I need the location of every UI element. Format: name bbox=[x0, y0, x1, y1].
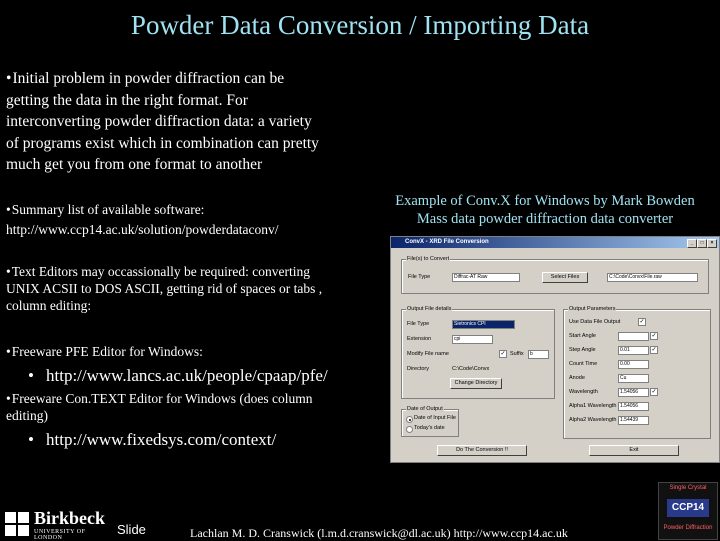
caption-line: Mass data powder diffraction data conver… bbox=[416, 211, 674, 227]
start-angle-checkbox[interactable]: ✓ bbox=[650, 332, 658, 340]
directory-value: C:\Code\Convx bbox=[452, 366, 490, 372]
wavelength-select[interactable]: 1.54056 bbox=[618, 388, 649, 397]
date-group: Date of Output Date of Input File Today'… bbox=[401, 406, 459, 437]
context-text: Freeware Con.TEXT Editor for Windows (do… bbox=[6, 390, 386, 424]
intro-paragraph: Initial problem in powder diffraction ca… bbox=[6, 68, 386, 176]
output-group: Output File details File Type Sietronics… bbox=[401, 306, 555, 399]
text-editors-line: column editing: bbox=[6, 298, 92, 313]
intro-line: of programs exist which in combination c… bbox=[6, 134, 319, 152]
birkbeck-logo: Birkbeck UNIVERSITY OF LONDON bbox=[0, 508, 110, 541]
summary-block: Summary list of available software: http… bbox=[6, 201, 376, 238]
dialog-title: ConvX - XRD File Conversion bbox=[405, 239, 489, 245]
start-angle-field[interactable] bbox=[618, 332, 649, 341]
params-group: Output Parameters Use Data File Output ✓… bbox=[563, 306, 711, 439]
intro-line: interconverting powder diffraction data:… bbox=[6, 113, 312, 130]
wavelength-checkbox[interactable]: ✓ bbox=[650, 388, 658, 396]
alpha1-field[interactable]: 1.54056 bbox=[618, 402, 649, 411]
text-editors-line: Text Editors may occassionally be requir… bbox=[6, 263, 386, 280]
context-link[interactable]: • http://www.fixedsys.com/context/ bbox=[28, 430, 276, 450]
count-time-field[interactable]: 0.00 bbox=[618, 360, 649, 369]
step-angle-field[interactable]: 0.01 bbox=[618, 346, 649, 355]
file-type-select[interactable]: Diffrac-AT Raw bbox=[452, 273, 520, 282]
intro-line: getting the data in the right format. Fo… bbox=[6, 91, 248, 109]
pfe-link[interactable]: • http://www.lancs.ac.uk/people/cpaap/pfe… bbox=[28, 366, 328, 386]
text-editors-line: UNIX ACSII to DOS ASCII, getting rid of … bbox=[6, 281, 323, 296]
exit-button[interactable]: Exit bbox=[589, 445, 679, 456]
intro-line: much get you from one format to another bbox=[6, 156, 263, 173]
date-today-radio[interactable] bbox=[406, 426, 413, 433]
text-editors-block: Text Editors may occassionally be requir… bbox=[6, 263, 386, 314]
file-name-field[interactable]: C:\Code\Convx\File.raw bbox=[607, 273, 698, 282]
select-files-button[interactable]: Select Files bbox=[542, 272, 588, 283]
anode-select[interactable]: Cu bbox=[618, 374, 649, 383]
date-input-radio[interactable] bbox=[406, 416, 413, 423]
extension-select[interactable]: cpi bbox=[452, 335, 493, 344]
minimize-icon[interactable]: _ bbox=[687, 239, 697, 248]
use-data-file-checkbox[interactable]: ✓ bbox=[638, 318, 646, 326]
maximize-icon[interactable]: □ bbox=[697, 239, 707, 248]
ccp14-badge: Single Crystal CCP14 Powder Diffraction bbox=[658, 482, 718, 540]
screenshot-caption: Example of Conv.X for Windows by Mark Bo… bbox=[372, 192, 718, 228]
suffix-field[interactable]: b bbox=[528, 350, 549, 359]
crest-icon bbox=[5, 512, 29, 536]
alpha2-field[interactable]: 1.54439 bbox=[618, 416, 649, 425]
slide-title: Powder Data Conversion / Importing Data bbox=[130, 10, 590, 40]
pfe-text: Freeware PFE Editor for Windows: bbox=[6, 343, 203, 360]
step-angle-checkbox[interactable]: ✓ bbox=[650, 346, 658, 354]
summary-text: Summary list of available software: bbox=[6, 201, 376, 218]
footer-credit: Lachlan M. D. Cranswick (l.m.d.cranswick… bbox=[190, 526, 568, 540]
convx-dialog: ConvX - XRD File Conversion _ □ × File(s… bbox=[390, 236, 720, 463]
summary-link[interactable]: http://www.ccp14.ac.uk/solution/powderda… bbox=[6, 221, 376, 238]
close-icon[interactable]: × bbox=[707, 239, 717, 248]
output-type-select[interactable]: Sietronics CPI bbox=[452, 320, 515, 329]
slide-label: Slide bbox=[117, 522, 146, 537]
change-directory-button[interactable]: Change Directory bbox=[450, 378, 502, 389]
caption-line: Example of Conv.X for Windows by Mark Bo… bbox=[395, 193, 695, 209]
modify-name-checkbox[interactable]: ✓ bbox=[499, 350, 507, 358]
files-group: File(s) to Convert File Type Diffrac-AT … bbox=[401, 256, 709, 294]
intro-line: Initial problem in powder diffraction ca… bbox=[6, 68, 386, 90]
do-conversion-button[interactable]: Do The Conversion !! bbox=[437, 445, 527, 456]
dialog-titlebar: ConvX - XRD File Conversion _ □ × bbox=[391, 237, 719, 248]
